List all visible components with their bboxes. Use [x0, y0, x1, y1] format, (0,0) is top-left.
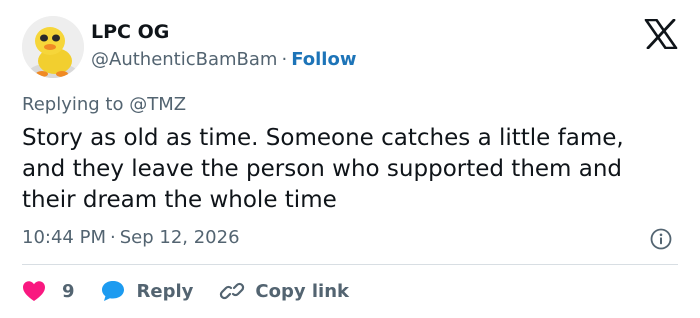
replying-to-label: Replying to [22, 94, 124, 115]
duck-avatar-image [22, 16, 84, 78]
replying-to: Replying to @TMZ [22, 93, 186, 117]
avatar[interactable] [22, 16, 84, 78]
tweet-time: 10:44 PM [22, 227, 106, 248]
x-logo-icon[interactable] [644, 19, 678, 49]
author-name[interactable]: LPC OG [91, 20, 169, 44]
timestamp-separator: · [109, 227, 116, 248]
author-meta: @AuthenticBamBam · Follow [91, 48, 356, 72]
like-count: 9 [62, 280, 75, 302]
mention-link[interactable]: @TMZ [129, 94, 186, 115]
handle-separator: · [281, 49, 288, 70]
copy-link-button[interactable]: Copy link [219, 279, 349, 303]
tweet-date: Sep 12, 2026 [119, 227, 240, 248]
tweet-card: LPC OG @AuthenticBamBam · Follow Replying … [0, 0, 700, 318]
reply-button[interactable]: Reply [101, 280, 220, 302]
heart-icon [23, 281, 45, 301]
follow-button[interactable]: Follow [291, 49, 356, 70]
author-handle[interactable]: @AuthenticBamBam [91, 49, 277, 70]
divider [22, 264, 678, 265]
like-button[interactable]: 9 [22, 280, 101, 302]
link-icon [220, 282, 245, 300]
timestamp[interactable]: 10:44 PM · Sep 12, 2026 [22, 226, 240, 250]
copy-link-label: Copy link [255, 280, 349, 302]
speech-bubble-icon [101, 281, 124, 301]
info-icon[interactable] [650, 228, 672, 250]
tweet-text: Story as old as time. Someone catches a … [22, 125, 624, 213]
reply-label: Reply [136, 280, 194, 302]
action-bar: 9 Reply Copy link [22, 276, 349, 306]
